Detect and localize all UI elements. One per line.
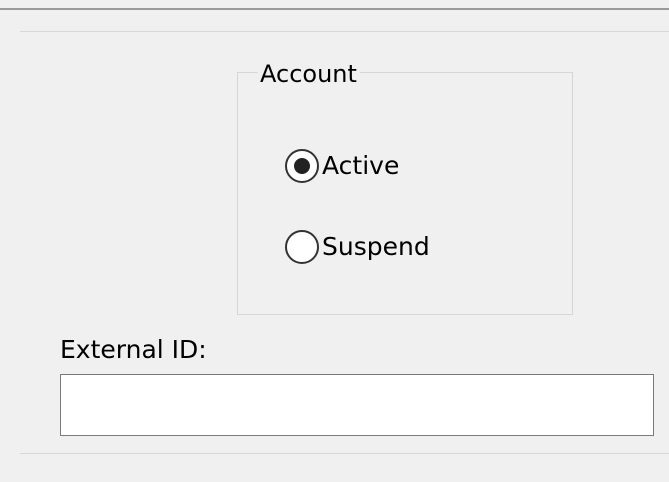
top-divider [20, 31, 669, 32]
radio-suspend[interactable]: Suspend [285, 230, 430, 264]
bottom-divider [20, 453, 669, 454]
radio-suspend-label[interactable]: Suspend [322, 230, 430, 264]
account-groupbox-title: Account [258, 58, 360, 90]
radio-selected-dot [294, 158, 310, 174]
radio-active-indicator[interactable] [285, 149, 319, 183]
account-groupbox [237, 72, 573, 315]
window-top-edge [0, 0, 669, 10]
external-id-label: External ID: [60, 335, 207, 364]
radio-active[interactable]: Active [285, 149, 399, 183]
radio-suspend-indicator[interactable] [285, 230, 319, 264]
radio-active-label[interactable]: Active [322, 149, 399, 183]
external-id-input[interactable] [60, 374, 654, 436]
